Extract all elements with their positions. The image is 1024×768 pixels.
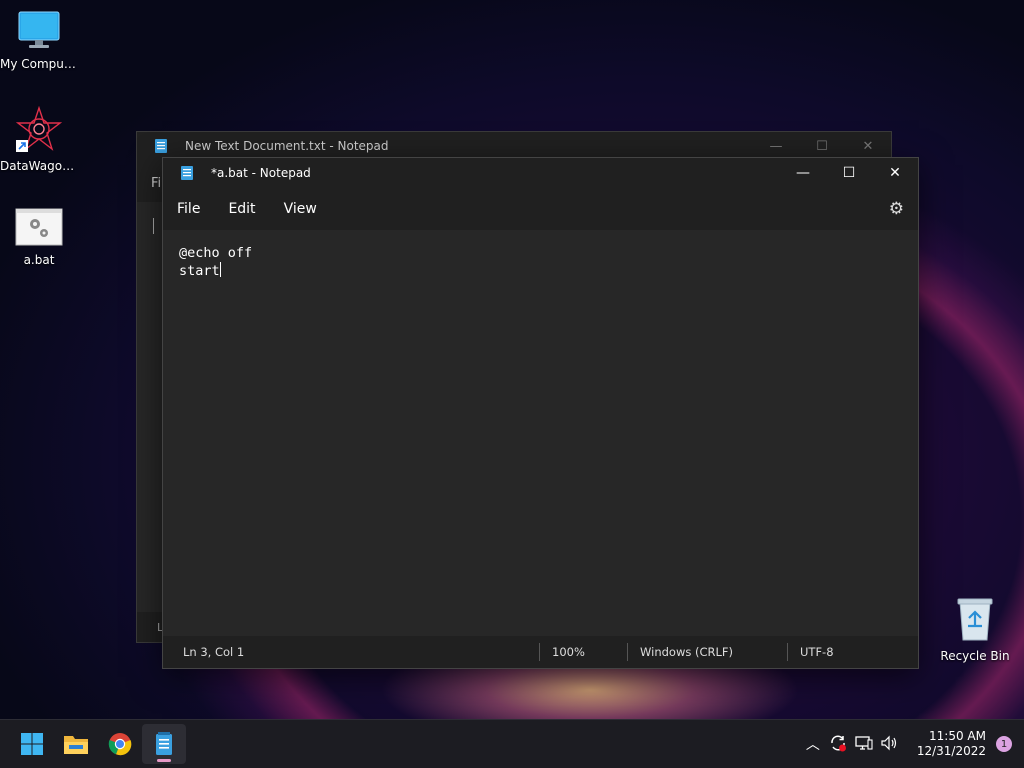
- editor-line: @echo off: [179, 245, 253, 261]
- maximize-button[interactable]: ☐: [826, 158, 872, 188]
- clock-date: 12/31/2022: [916, 744, 986, 758]
- notification-badge[interactable]: 1: [996, 736, 1012, 752]
- minimize-icon: —: [796, 165, 810, 181]
- close-icon[interactable]: ✕: [845, 139, 891, 154]
- notepad-icon: [155, 139, 167, 153]
- monitor-icon: [18, 11, 60, 48]
- desktop-icon-label: DataWagon...: [0, 159, 78, 173]
- monitor-network-icon: [855, 735, 873, 750]
- close-icon: ✕: [889, 165, 901, 181]
- desktop-icon-label: My Computer: [0, 57, 78, 71]
- maximize-icon: ☐: [842, 165, 856, 181]
- taskbar: ︿ 11:50 AM 12/31/2022 1: [0, 719, 1024, 768]
- batch-file-icon: [15, 208, 63, 246]
- taskbar-chrome[interactable]: [98, 724, 142, 764]
- notepad-icon: [156, 732, 172, 755]
- desktop-icon-a-bat[interactable]: a.bat: [0, 208, 78, 267]
- speaker-icon: [881, 735, 896, 750]
- menu-edit[interactable]: Edit: [220, 195, 263, 223]
- desktop-icon-label: Recycle Bin: [940, 649, 1010, 663]
- background-caret: [153, 218, 154, 234]
- recycle-bin-icon: [957, 598, 993, 641]
- taskbar-file-explorer[interactable]: [54, 724, 98, 764]
- desktop-icon-datawagon[interactable]: DataWagon...: [0, 105, 78, 173]
- sync-alert-icon[interactable]: [825, 734, 851, 755]
- settings-gear-icon[interactable]: ⚙: [889, 199, 904, 219]
- encoding: UTF-8: [800, 645, 834, 659]
- volume-icon[interactable]: [877, 735, 903, 754]
- file-explorer-icon: [64, 736, 88, 754]
- menu-bar: File Edit View ⚙: [163, 188, 918, 230]
- sync-icon: [831, 735, 846, 751]
- zoom-level: 100%: [552, 645, 585, 659]
- minimize-button[interactable]: —: [780, 158, 826, 188]
- background-window-title: New Text Document.txt - Notepad: [185, 139, 389, 153]
- background-menu-peek[interactable]: Fi: [151, 176, 161, 191]
- clock-time: 11:50 AM: [929, 729, 986, 743]
- editor-line-with-caret: start: [179, 262, 902, 280]
- notepad-icon: [181, 166, 193, 180]
- taskbar-notepad[interactable]: [142, 724, 186, 764]
- notepad-window[interactable]: *a.bat - Notepad — ☐ ✕ File Edit View ⚙ …: [162, 157, 919, 669]
- cursor-position: Ln 3, Col 1: [183, 645, 245, 659]
- chrome-icon: [108, 733, 132, 756]
- desktop-icon-label: a.bat: [23, 253, 55, 267]
- desktop-icon-my-computer[interactable]: My Computer: [0, 10, 78, 71]
- text-caret: [219, 262, 221, 277]
- close-button[interactable]: ✕: [872, 158, 918, 188]
- editor-line: start: [179, 263, 220, 279]
- window-titlebar[interactable]: *a.bat - Notepad — ☐ ✕: [163, 158, 918, 188]
- clock[interactable]: 11:50 AM 12/31/2022: [917, 729, 986, 759]
- datawagon-logo-icon: [15, 105, 63, 152]
- maximize-icon[interactable]: ☐: [799, 139, 845, 154]
- minimize-icon[interactable]: —: [753, 139, 799, 154]
- chevron-up-icon[interactable]: ︿: [801, 734, 825, 754]
- background-titlebar[interactable]: New Text Document.txt - Notepad — ☐ ✕: [137, 132, 891, 160]
- text-editor[interactable]: @echo off start: [163, 230, 918, 636]
- system-tray: ︿ 11:50 AM 12/31/2022 1: [801, 720, 1024, 768]
- network-icon[interactable]: [851, 735, 877, 754]
- window-title: *a.bat - Notepad: [211, 166, 311, 180]
- menu-view[interactable]: View: [276, 195, 325, 223]
- status-bar: Ln 3, Col 1 100% Windows (CRLF) UTF-8: [163, 636, 918, 668]
- line-ending: Windows (CRLF): [640, 645, 734, 659]
- desktop-icon-recycle-bin[interactable]: Recycle Bin: [936, 596, 1014, 663]
- start-button[interactable]: [10, 724, 54, 764]
- start-icon: [21, 733, 43, 755]
- menu-file[interactable]: File: [169, 195, 208, 223]
